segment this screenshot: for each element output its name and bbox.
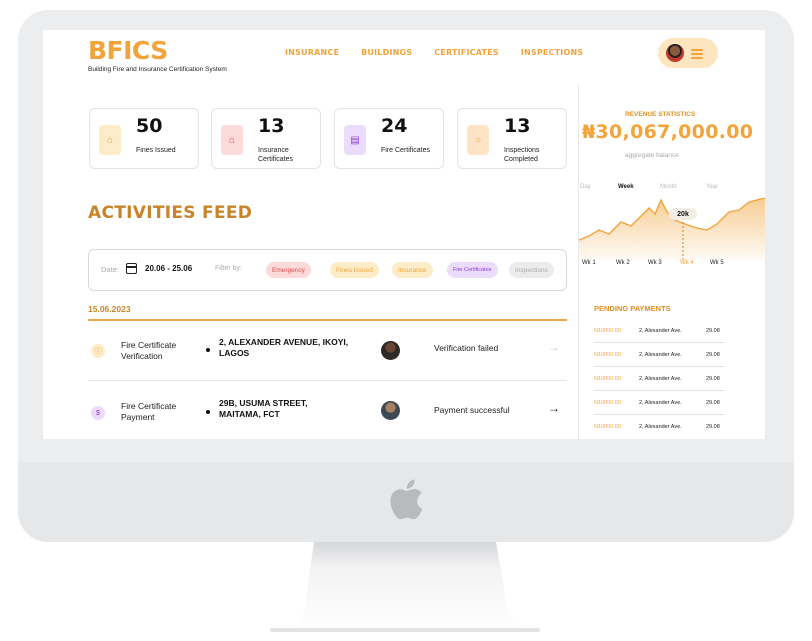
- filter-chip-insurance[interactable]: Insurance: [392, 262, 433, 278]
- week-label: Wk 4: [680, 260, 694, 266]
- payment-date: 29.08: [706, 328, 720, 334]
- avatar: [381, 341, 400, 360]
- list-item[interactable]: N10000.00 2, Alexander Ave. 29.08: [594, 391, 724, 415]
- payment-desc: 2, Alexander Ave.: [639, 352, 682, 358]
- payment-date: 29.08: [706, 376, 720, 382]
- activity-title: Fire Certificate Payment: [121, 401, 177, 422]
- divider: [578, 84, 579, 439]
- payment-amount: N10000.00: [594, 424, 621, 430]
- bullet: [206, 348, 210, 352]
- filter-chip-inspections[interactable]: Inspections: [509, 262, 554, 278]
- activities-feed-title: ACTIVITIES FEED: [88, 203, 253, 223]
- activity-status: Payment successful: [434, 405, 510, 415]
- pending-payments-title: PENDING PAYMENTS: [594, 304, 671, 313]
- payment-date: 29.08: [706, 400, 720, 406]
- stat-label: Fire Certificates: [381, 147, 431, 154]
- stat-label: Inspections Completed: [504, 147, 540, 163]
- date-range-picker[interactable]: 20.06 - 25.06: [145, 264, 192, 273]
- payment-amount: N10000.00: [594, 352, 621, 358]
- revenue-chart: [579, 197, 765, 260]
- payment-amount: N10000.00: [594, 376, 621, 382]
- stat-value: 13: [504, 115, 531, 137]
- chart-tooltip: 20k: [669, 208, 697, 220]
- arrow-right-icon[interactable]: →: [548, 401, 560, 415]
- stat-card-inspections[interactable]: ○ 13 Inspections Completed: [457, 108, 567, 169]
- filter-bar: Date: 20.06 - 25.06 Filter by: Emergency…: [88, 249, 567, 291]
- table-row[interactable]: $ Fire Certificate Payment 29B, USUMA ST…: [88, 381, 567, 439]
- nav-certificates[interactable]: CERTIFICATES: [434, 48, 499, 57]
- revenue-amount: ₦30,067,000.00: [582, 121, 754, 143]
- info-icon: ⓘ: [91, 344, 105, 358]
- app-logo[interactable]: BFICS: [88, 36, 168, 65]
- stat-card-insurance[interactable]: ⌂ 13 Insurance Certificates: [211, 108, 321, 169]
- hamburger-menu-icon[interactable]: [691, 49, 703, 61]
- stat-label: Insurance Certificates: [258, 147, 294, 163]
- nav-buildings[interactable]: BUILDINGS: [361, 48, 412, 57]
- list-item[interactable]: N10000.00 2, Alexander Ave. 29.08: [594, 343, 724, 367]
- list-item[interactable]: N10000.00 2, Alexander Ave. 29.08: [594, 367, 724, 391]
- feed-date-heading: 15.06.2023: [88, 304, 131, 314]
- bullet: [206, 410, 210, 414]
- payment-date: 29.08: [706, 424, 720, 430]
- monitor-stand: [270, 542, 540, 632]
- avatar[interactable]: [666, 44, 684, 62]
- revenue-subtitle: aggregate balance: [625, 152, 679, 159]
- calendar-icon[interactable]: [126, 263, 137, 274]
- stat-value: 24: [381, 115, 408, 137]
- payment-amount: N10000.00: [594, 400, 621, 406]
- week-label: Wk 5: [710, 260, 724, 266]
- payment-date: 29.08: [706, 352, 720, 358]
- nav-inspections[interactable]: INSPECTIONS: [521, 48, 584, 57]
- arrow-right-icon[interactable]: →: [548, 340, 560, 354]
- activity-title: Fire Certificate Verification: [121, 340, 177, 361]
- payment-desc: 2, Alexander Ave.: [639, 400, 682, 406]
- screen: BFICS Building Fire and Insurance Certif…: [43, 30, 765, 439]
- apple-logo-icon: [390, 479, 423, 520]
- stat-card-fines[interactable]: ⌂ 50 Fines Issued: [89, 108, 199, 169]
- filter-chip-emergency[interactable]: Emergency: [266, 262, 311, 278]
- nav-insurance[interactable]: INSURANCE: [285, 48, 339, 57]
- list-item[interactable]: N10000.00 2, Alexander Ave. 29.08: [594, 319, 724, 343]
- top-nav: INSURANCE BUILDINGS CERTIFICATES INSPECT…: [285, 48, 583, 57]
- stat-card-fire-certificates[interactable]: ▤ 24 Fire Certificates: [334, 108, 444, 169]
- activity-address: 2, ALEXANDER AVENUE, IKOYI, LAGOS: [219, 337, 349, 358]
- week-label: Wk 1: [582, 260, 596, 266]
- stat-label: Fines Issued: [136, 147, 176, 154]
- week-label: Wk 3: [648, 260, 662, 266]
- week-label: Wk 2: [616, 260, 630, 266]
- activity-status: Verification failed: [434, 343, 499, 353]
- home-icon: ⌂: [99, 125, 121, 155]
- app-tagline: Building Fire and Insurance Certificatio…: [88, 66, 227, 73]
- revenue-area: [579, 198, 765, 260]
- search-icon: ○: [467, 125, 489, 155]
- filter-chip-fire-certificates[interactable]: Fire Certificates: [447, 262, 498, 278]
- payment-amount: N10000.00: [594, 328, 621, 334]
- home-icon: ⌂: [221, 125, 243, 155]
- activity-address: 29B, USUMA STREET, MAITAMA, FCT: [219, 398, 308, 419]
- payment-desc: 2, Alexander Ave.: [639, 328, 682, 334]
- dollar-icon: $: [91, 406, 105, 420]
- revenue-title: REVENUE STATISTICS: [625, 111, 696, 118]
- list-item[interactable]: N10000.00 2, Alexander Ave. 29.08: [594, 415, 724, 439]
- table-row[interactable]: ⓘ Fire Certificate Verification 2, ALEXA…: [88, 321, 567, 381]
- chat-icon: ▤: [344, 125, 366, 155]
- profile-menu-button[interactable]: [658, 38, 718, 68]
- filter-chip-fines-issued[interactable]: Fines Issued: [330, 262, 379, 278]
- avatar: [381, 401, 400, 420]
- stat-value: 13: [258, 115, 285, 137]
- stat-value: 50: [136, 115, 163, 137]
- payment-desc: 2, Alexander Ave.: [639, 424, 682, 430]
- filter-label: Filter by:: [215, 265, 242, 272]
- payment-desc: 2, Alexander Ave.: [639, 376, 682, 382]
- date-label: Date:: [101, 265, 119, 274]
